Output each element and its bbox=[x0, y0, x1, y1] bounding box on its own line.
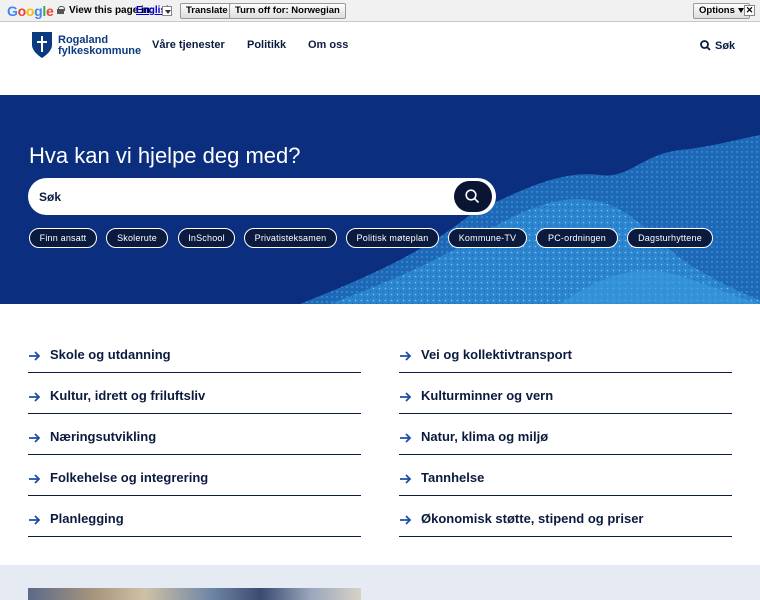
topic-label: Folkehelse og integrering bbox=[50, 470, 209, 485]
topic-link[interactable]: Skole og utdanning bbox=[28, 332, 361, 373]
topic-label: Skole og utdanning bbox=[50, 347, 171, 362]
topic-link[interactable]: Tannhelse bbox=[399, 455, 732, 496]
hero-search-input[interactable] bbox=[39, 187, 439, 207]
language-dropdown-icon[interactable] bbox=[162, 6, 172, 16]
close-icon[interactable]: ✕ bbox=[744, 5, 755, 16]
arrow-right-icon bbox=[29, 433, 41, 443]
arrow-right-icon bbox=[400, 515, 412, 525]
chip-privatisteksamen[interactable]: Privatisteksamen bbox=[244, 228, 337, 248]
arrow-right-icon bbox=[29, 474, 41, 484]
topic-link[interactable]: Næringsutvikling bbox=[28, 414, 361, 455]
arrow-right-icon bbox=[29, 515, 41, 525]
chip-dagsturhyttene[interactable]: Dagsturhyttene bbox=[627, 228, 713, 248]
topic-label: Tannhelse bbox=[421, 470, 485, 485]
hero-search-box bbox=[28, 178, 496, 215]
topic-link[interactable]: Økonomisk støtte, stipend og priser bbox=[399, 496, 732, 537]
logo-line2: fylkeskommune bbox=[58, 45, 142, 57]
chevron-down-icon bbox=[737, 7, 744, 13]
topic-label: Vei og kollektivtransport bbox=[421, 347, 572, 362]
shield-logo-icon[interactable] bbox=[31, 31, 53, 59]
news-image[interactable] bbox=[28, 588, 361, 600]
nav-politikk[interactable]: Politikk bbox=[247, 39, 286, 51]
hero-section: Hva kan vi hjelpe deg med? Finn ansatt S… bbox=[0, 95, 760, 304]
chip-skolerute[interactable]: Skolerute bbox=[106, 228, 168, 248]
lock-icon bbox=[57, 6, 65, 15]
arrow-right-icon bbox=[29, 351, 41, 361]
turn-off-button[interactable]: Turn off for: Norwegian bbox=[229, 3, 346, 19]
header-search-button[interactable]: Søk bbox=[700, 40, 735, 52]
google-logo: Google bbox=[7, 3, 54, 19]
chip-kommune-tv[interactable]: Kommune-TV bbox=[448, 228, 527, 248]
arrow-right-icon bbox=[400, 392, 412, 402]
nav-om-oss[interactable]: Om oss bbox=[308, 39, 348, 51]
translate-button[interactable]: Translate bbox=[180, 3, 234, 19]
topic-label: Næringsutvikling bbox=[50, 429, 157, 444]
chip-finn-ansatt[interactable]: Finn ansatt bbox=[29, 228, 97, 248]
arrow-right-icon bbox=[29, 392, 41, 402]
topic-link[interactable]: Natur, klima og miljø bbox=[399, 414, 732, 455]
topic-link[interactable]: Kulturminner og vern bbox=[399, 373, 732, 414]
topic-link[interactable]: Kultur, idrett og friluftsliv bbox=[28, 373, 361, 414]
topic-link[interactable]: Vei og kollektivtransport bbox=[399, 332, 732, 373]
logo-text[interactable]: Rogaland fylkeskommune bbox=[58, 35, 141, 57]
topic-label: Planlegging bbox=[50, 511, 124, 526]
options-label: Options bbox=[699, 5, 735, 16]
topic-label: Natur, klima og miljø bbox=[421, 429, 549, 444]
nav-vare-tjenester[interactable]: Våre tjenester bbox=[152, 39, 225, 51]
hero-title: Hva kan vi hjelpe deg med? bbox=[29, 143, 301, 168]
header-search-label: Søk bbox=[715, 40, 736, 52]
topic-link[interactable]: Planlegging bbox=[28, 496, 361, 537]
search-icon bbox=[700, 40, 711, 51]
arrow-right-icon bbox=[400, 351, 412, 361]
topic-label: Kulturminner og vern bbox=[421, 388, 554, 403]
chip-inschool[interactable]: InSchool bbox=[178, 228, 235, 248]
hero-search-button[interactable] bbox=[454, 181, 492, 212]
topic-label: Kultur, idrett og friluftsliv bbox=[50, 388, 206, 403]
translate-bar: Google View this page in: English Transl… bbox=[0, 0, 760, 22]
arrow-right-icon bbox=[400, 474, 412, 484]
arrow-right-icon bbox=[400, 433, 412, 443]
site-header: Rogaland fylkeskommune Våre tjenester Po… bbox=[0, 22, 760, 95]
chip-pc-ordningen[interactable]: PC-ordningen bbox=[536, 228, 618, 248]
chip-politisk-moteplan[interactable]: Politisk møteplan bbox=[346, 228, 439, 248]
search-icon bbox=[465, 189, 480, 204]
topic-link[interactable]: Folkehelse og integrering bbox=[28, 455, 361, 496]
options-button[interactable]: Options bbox=[693, 3, 750, 19]
topic-label: Økonomisk støtte, stipend og priser bbox=[421, 511, 644, 526]
